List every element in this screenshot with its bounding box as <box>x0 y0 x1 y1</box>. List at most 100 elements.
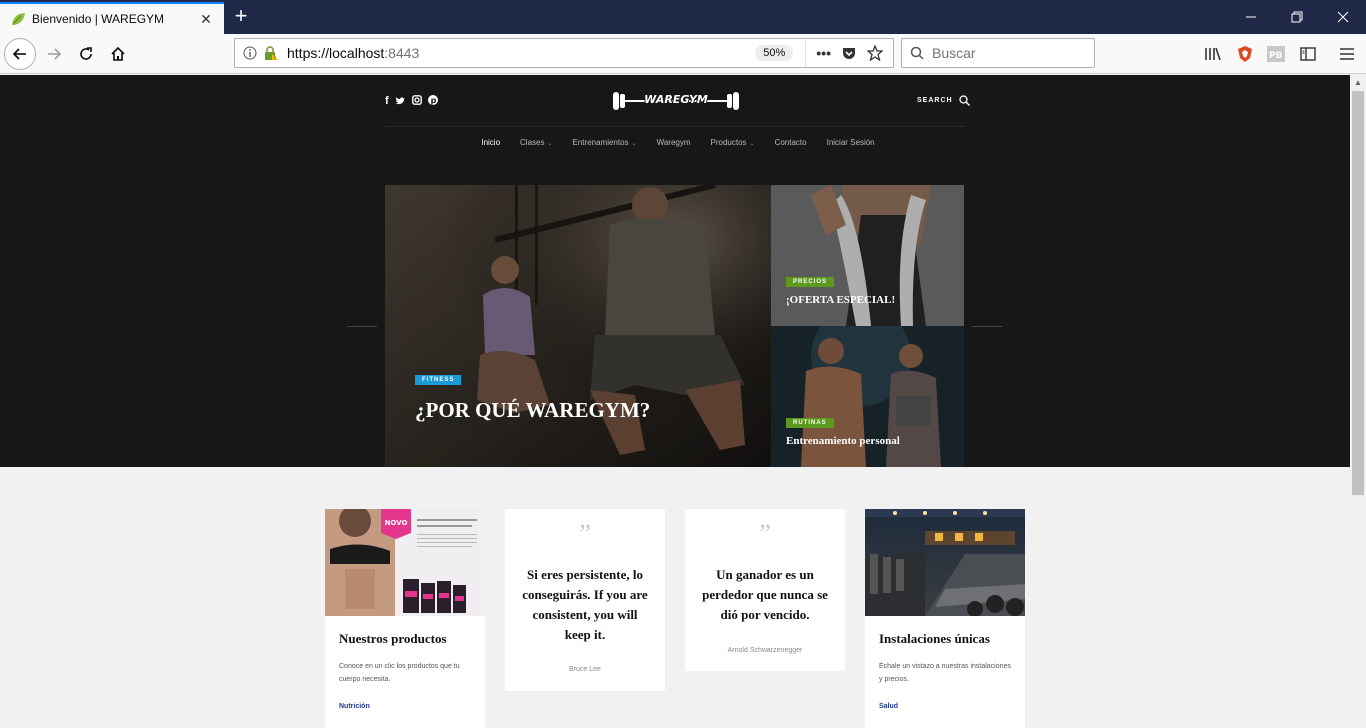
nav-label: Productos <box>710 138 747 147</box>
home-icon <box>111 46 125 61</box>
reload-icon <box>80 47 92 60</box>
arrow-right-icon <box>48 48 62 60</box>
nav-item-waregym[interactable]: Waregym <box>657 138 691 147</box>
twitter-icon[interactable] <box>395 95 406 106</box>
side-post-oferta[interactable]: PRECIOS ¡OFERTA ESPECIAL! <box>771 185 964 326</box>
library-icon <box>1205 47 1221 61</box>
nav-label: Waregym <box>656 138 691 147</box>
svg-text:p: p <box>430 96 436 105</box>
restore-icon <box>1291 11 1303 23</box>
forward-button[interactable] <box>38 38 70 70</box>
nav-item-entrenamientos[interactable]: Entrenamientos ⌄ <box>573 138 637 147</box>
search-icon <box>958 95 970 106</box>
info-icon[interactable] <box>243 46 257 60</box>
svg-text:!: ! <box>274 56 276 61</box>
nav-item-inicio[interactable]: Inicio <box>481 138 500 147</box>
reload-button[interactable] <box>70 38 102 70</box>
instalaciones-desc: Échale un vistazo a nuestras instalacion… <box>879 663 1011 683</box>
back-button[interactable] <box>4 38 36 70</box>
quote-icon: ” <box>579 519 591 548</box>
page-scrollbar[interactable]: ▲ <box>1350 75 1366 728</box>
quote-author: Arnold Schwarzenegger <box>727 647 803 654</box>
instagram-icon[interactable] <box>411 95 422 105</box>
nav-label: Clases <box>520 138 545 147</box>
precios-badge[interactable]: PRECIOS <box>786 277 835 287</box>
card-instalaciones[interactable]: Instalaciones únicas Échale un vistazo a… <box>865 509 1025 728</box>
url-bar[interactable]: ! https://localhost:8443 50% ••• <box>234 38 894 68</box>
minimize-button[interactable] <box>1228 0 1274 34</box>
brave-shield-button[interactable] <box>1234 43 1256 65</box>
chevron-down-icon: ⌄ <box>547 141 553 147</box>
sidebar-toggle-button[interactable] <box>1297 43 1319 65</box>
home-button[interactable] <box>102 38 134 70</box>
quote-card-arnold: ” Un ganador es un perdedor que nunca se… <box>685 509 845 671</box>
pb-extension-icon: PB <box>1267 46 1285 62</box>
library-button[interactable] <box>1202 43 1224 65</box>
instalaciones-image <box>865 509 1025 616</box>
productos-desc: Conoce en un clic los productos que tu c… <box>339 663 460 683</box>
slider-prev-line[interactable] <box>347 326 377 327</box>
featured-post-image <box>385 185 771 467</box>
card-productos[interactable]: NOVO Nuestros productos Conoce en un cli… <box>325 509 485 728</box>
productos-image: NOVO <box>325 509 485 616</box>
entrenamiento-post-title[interactable]: Entrenamiento personal <box>786 435 900 447</box>
fitness-badge[interactable]: FITNESS <box>415 375 462 385</box>
chevron-down-icon: ⌄ <box>631 141 637 147</box>
url-text: https://localhost:8443 <box>287 45 755 61</box>
nav-label: Entrenamientos <box>572 138 629 147</box>
browser-search-input[interactable]: Buscar <box>901 38 1095 68</box>
nav-label: Contacto <box>774 138 807 147</box>
tab-close-icon[interactable]: ✕ <box>198 11 214 28</box>
nav-item-productos[interactable]: Productos ⌄ <box>711 138 755 147</box>
instalaciones-title[interactable]: Instalaciones únicas <box>865 631 1025 647</box>
nav-item-clases[interactable]: Clases ⌄ <box>520 138 552 147</box>
insecure-lock-icon[interactable]: ! <box>263 45 279 61</box>
facebook-icon[interactable]: f <box>385 95 389 107</box>
browser-tab-bar: Bienvenido | WAREGYM ✕ + <box>0 0 1366 34</box>
pocket-icon[interactable] <box>841 45 857 61</box>
quote-author: Bruce Lee <box>569 666 601 673</box>
search-icon <box>910 46 924 60</box>
rutinas-badge[interactable]: RUTINAS <box>786 418 834 428</box>
page-actions: ••• <box>805 39 893 67</box>
minimize-icon <box>1246 16 1256 18</box>
featured-post-title[interactable]: ¿POR QUÉ WAREGYM? <box>415 398 650 423</box>
bookmark-star-icon[interactable] <box>867 45 883 61</box>
quote-text: Un ganador es un perdedor que nunca se d… <box>702 567 828 622</box>
restore-button[interactable] <box>1274 0 1320 34</box>
menu-button[interactable] <box>1336 43 1358 65</box>
browser-toolbar: ! https://localhost:8443 50% ••• Buscar … <box>0 34 1366 74</box>
productos-category-link[interactable]: Nutrición <box>325 703 485 710</box>
quote-card-bruce-lee: ” Si eres persistente, lo conseguirás. I… <box>505 509 665 691</box>
scroll-up-icon[interactable]: ▲ <box>1350 75 1366 91</box>
browser-tab[interactable]: Bienvenido | WAREGYM ✕ <box>0 2 224 34</box>
new-tab-button[interactable]: + <box>230 4 252 30</box>
oferta-post-title[interactable]: ¡OFERTA ESPECIAL! <box>786 294 895 306</box>
pinterest-icon[interactable]: p <box>427 95 438 105</box>
site-search-link[interactable]: SEARCH <box>917 95 970 106</box>
scrollbar-thumb[interactable] <box>1352 91 1364 495</box>
shield-icon <box>1238 46 1252 62</box>
sidebar-icon <box>1300 47 1316 61</box>
arrow-left-icon <box>12 48 26 60</box>
zoom-indicator[interactable]: 50% <box>755 45 794 61</box>
instalaciones-category-link[interactable]: Salud <box>865 703 1025 710</box>
close-window-button[interactable] <box>1320 0 1366 34</box>
header-divider <box>385 126 965 127</box>
hamburger-icon <box>1340 48 1354 60</box>
waregym-logo[interactable]: WAREGYM <box>612 89 740 113</box>
url-port: :8443 <box>384 45 420 61</box>
pb-extension-button[interactable]: PB <box>1265 43 1287 65</box>
search-placeholder: Buscar <box>932 45 976 61</box>
page-actions-menu-icon[interactable]: ••• <box>816 45 831 61</box>
slider-next-line[interactable] <box>972 326 1002 327</box>
side-post-entrenamiento[interactable]: RUTINAS Entrenamiento personal <box>771 326 964 467</box>
url-host: https://localhost <box>287 45 385 61</box>
productos-title[interactable]: Nuestros productos <box>325 631 485 647</box>
nav-item-contacto[interactable]: Contacto <box>775 138 807 147</box>
svg-text:PB: PB <box>1269 51 1283 61</box>
quote-icon: ” <box>759 519 771 548</box>
featured-post[interactable]: FITNESS ¿POR QUÉ WAREGYM? <box>385 185 771 467</box>
nav-item-iniciar-sesion[interactable]: Iniciar Sesión <box>827 138 875 147</box>
quote-text: Si eres persistente, lo conseguirás. If … <box>522 567 648 642</box>
